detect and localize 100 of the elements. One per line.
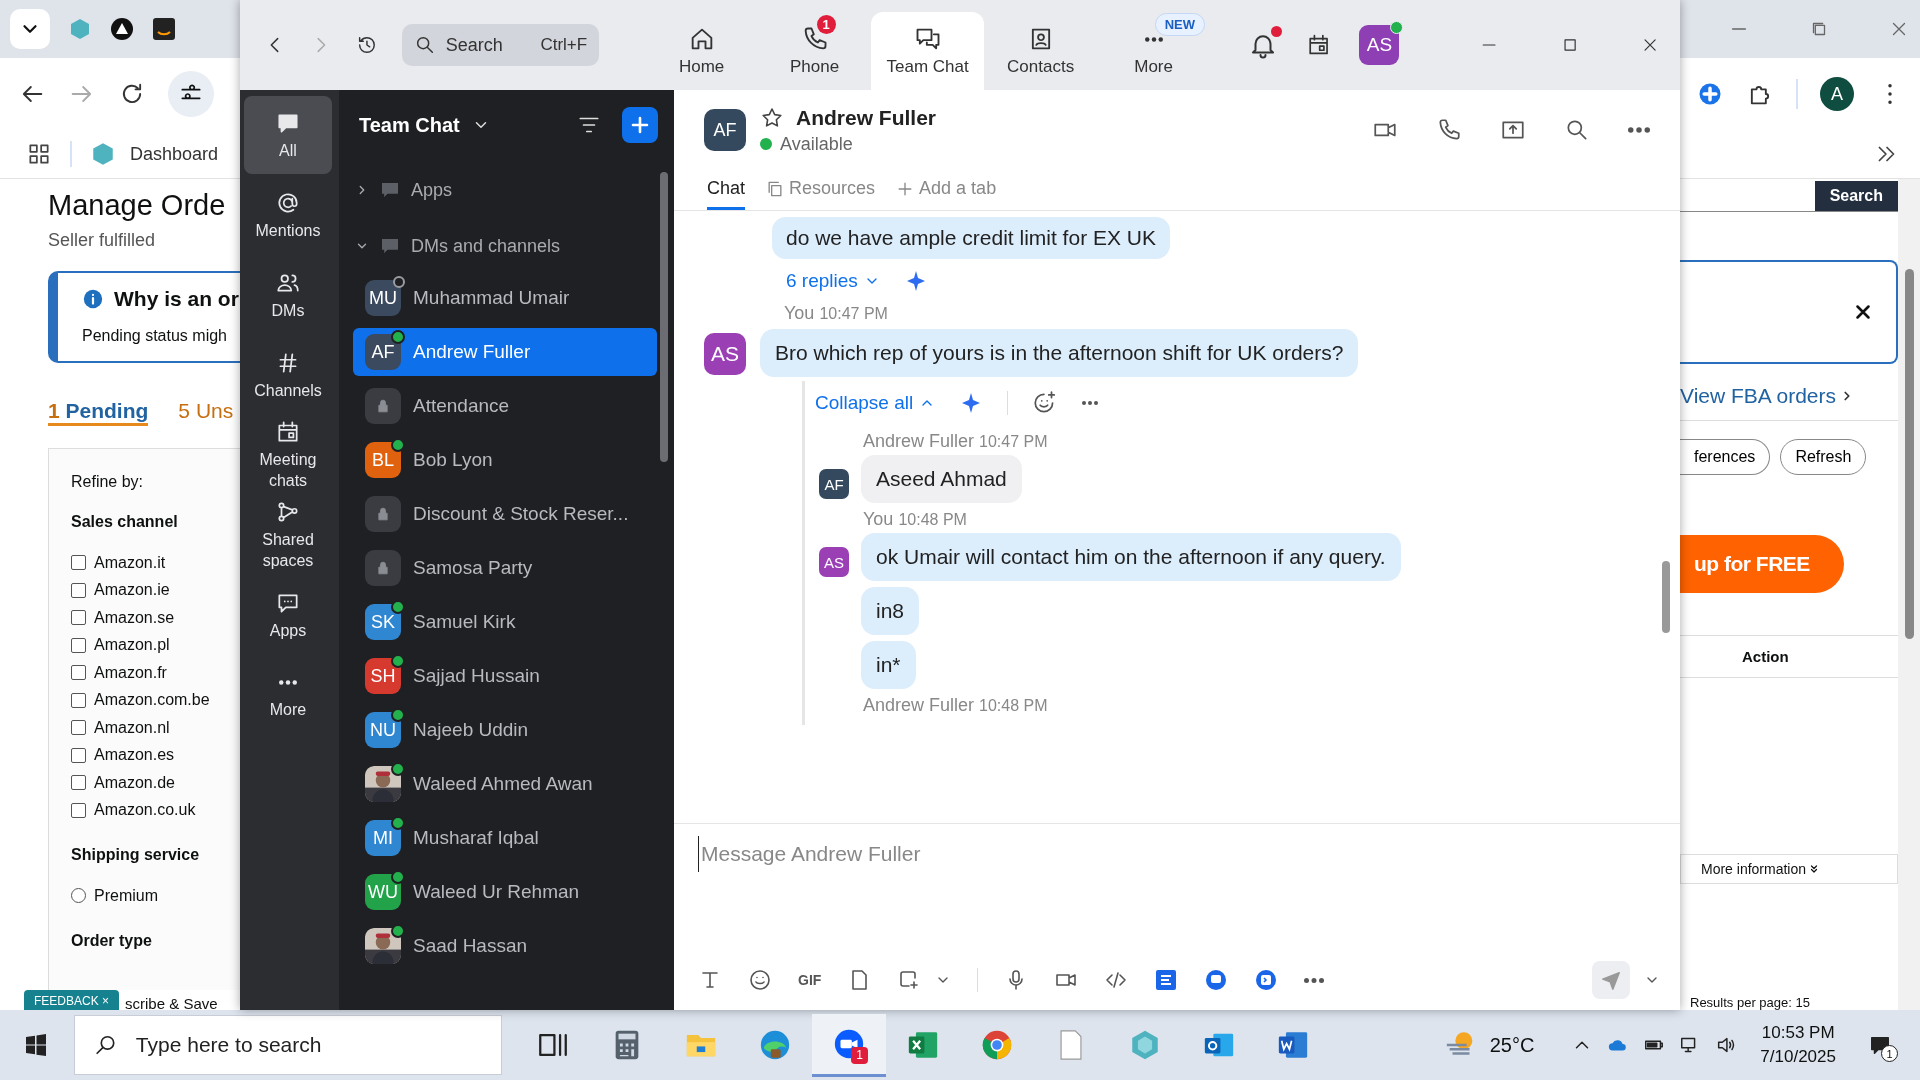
gif-button[interactable]: GIF bbox=[798, 972, 822, 988]
nav-tab[interactable]: 1 Phone bbox=[758, 12, 872, 90]
browser-icon[interactable] bbox=[758, 1028, 792, 1062]
conversation-item[interactable]: MU Muhammad Umair bbox=[353, 274, 657, 322]
clock[interactable]: 10:53 PM 7/10/2025 bbox=[1760, 1021, 1836, 1069]
chat-tab[interactable]: Chat bbox=[707, 178, 746, 210]
checkbox[interactable] bbox=[71, 665, 86, 681]
send-button[interactable] bbox=[1592, 961, 1630, 999]
panel-title[interactable]: Team Chat bbox=[359, 113, 460, 137]
nav-item[interactable]: More bbox=[244, 656, 332, 734]
site-settings-button[interactable] bbox=[168, 71, 214, 117]
conversation-item[interactable]: Attendance bbox=[353, 382, 657, 430]
section-header[interactable]: Apps bbox=[353, 162, 660, 218]
document-app-icon[interactable] bbox=[1154, 968, 1179, 992]
start-icon[interactable] bbox=[24, 1033, 48, 1057]
filter-heading: Order type bbox=[71, 931, 152, 951]
conversation-item[interactable]: WU Waleed Ur Rehman bbox=[353, 868, 657, 916]
temperature-text: 25°C bbox=[1489, 1033, 1535, 1057]
send-icon bbox=[1600, 969, 1622, 991]
profile-avatar[interactable]: A bbox=[1820, 77, 1854, 111]
checkbox[interactable] bbox=[71, 610, 86, 626]
taskbar-search-field[interactable]: Type here to search bbox=[133, 1032, 501, 1058]
nav-item[interactable]: DMs bbox=[244, 256, 332, 334]
conversation-item[interactable]: NU Najeeb Uddin bbox=[353, 706, 657, 754]
order-status-tab[interactable]: 1 Pending bbox=[48, 391, 149, 426]
filter-option[interactable]: Amazon.co.uk bbox=[71, 796, 196, 824]
smile-logo-icon[interactable] bbox=[152, 17, 176, 41]
more-icon[interactable] bbox=[1082, 401, 1099, 405]
replies-link[interactable]: 6 replies bbox=[772, 270, 880, 292]
chrome-icon[interactable] bbox=[980, 1028, 1014, 1062]
scrollbar-thumb[interactable] bbox=[1662, 561, 1670, 633]
more-icon bbox=[1144, 37, 1163, 42]
filter-option[interactable]: Amazon.ie bbox=[71, 576, 170, 604]
page-button[interactable]: Refresh bbox=[1780, 439, 1867, 475]
add-tab-button[interactable]: Add a tab bbox=[895, 178, 997, 210]
nav-item[interactable]: Meeting chats bbox=[244, 416, 332, 494]
filter-option[interactable]: Amazon.de bbox=[71, 769, 175, 797]
checkbox[interactable] bbox=[71, 555, 86, 571]
nav-tab[interactable]: Contacts bbox=[984, 12, 1098, 90]
taskbar-search-box[interactable]: Type here to search bbox=[74, 1015, 502, 1075]
filter-option[interactable]: Amazon.nl bbox=[71, 714, 170, 742]
apps-grid-icon[interactable] bbox=[26, 141, 52, 167]
bookmark-link[interactable]: Dashboard bbox=[90, 141, 219, 167]
tab-search-button[interactable] bbox=[10, 9, 50, 49]
checkbox[interactable] bbox=[71, 720, 86, 736]
more-information-button[interactable]: More information bbox=[1680, 854, 1898, 884]
phone-icon[interactable] bbox=[1436, 117, 1462, 143]
section-header[interactable]: DMs and channels bbox=[353, 218, 660, 274]
more-icon[interactable] bbox=[1628, 127, 1650, 133]
avatar: AF bbox=[704, 109, 746, 151]
conversation-item[interactable]: Waleed Ahmed Awan bbox=[353, 760, 657, 808]
filter-option[interactable]: Amazon.it bbox=[71, 549, 166, 577]
filter-option[interactable]: Amazon.fr bbox=[71, 659, 167, 687]
emoji-icon[interactable] bbox=[748, 968, 772, 992]
checkbox[interactable] bbox=[71, 747, 86, 763]
conversation-item[interactable]: SH Sajjad Hussain bbox=[353, 652, 657, 700]
nav-item[interactable]: Shared spaces bbox=[244, 496, 332, 574]
collapse-all-link[interactable]: Collapse all bbox=[805, 392, 936, 414]
checkbox[interactable] bbox=[71, 692, 86, 708]
checkbox[interactable] bbox=[71, 775, 86, 791]
conversation-item[interactable]: Samosa Party bbox=[353, 544, 657, 592]
scrollbar-thumb[interactable] bbox=[660, 172, 668, 462]
results-per-page-text: Results per page: 15 bbox=[1689, 995, 1811, 1010]
page-button[interactable]: ferences bbox=[1680, 439, 1771, 475]
star-icon[interactable] bbox=[760, 105, 784, 130]
profile-avatar[interactable]: AS bbox=[1359, 25, 1400, 65]
conversation-item[interactable]: BL Bob Lyon bbox=[353, 436, 657, 484]
new-badge: NEW bbox=[1154, 13, 1205, 36]
feedback-tab[interactable]: FEEDBACK × bbox=[24, 989, 120, 1010]
conversation-item[interactable]: MI Musharaf Iqbal bbox=[353, 814, 657, 862]
chat-tab[interactable]: Resources bbox=[765, 178, 876, 210]
filter-option[interactable]: Amazon.pl bbox=[71, 631, 170, 659]
nav-item[interactable]: Channels bbox=[244, 336, 332, 414]
conversation-item[interactable]: Saad Hassan bbox=[353, 922, 657, 970]
filter-option[interactable]: Premium bbox=[71, 882, 158, 910]
conversation-item[interactable]: AF Andrew Fuller bbox=[353, 328, 657, 376]
more-icon[interactable] bbox=[1304, 977, 1325, 983]
filter-option[interactable]: Amazon.com.be bbox=[71, 686, 210, 714]
nav-tab[interactable]: Team Chat bbox=[871, 12, 985, 90]
nav-tab[interactable]: NEW More bbox=[1097, 12, 1211, 90]
checkbox[interactable] bbox=[71, 637, 86, 653]
page-scrollbar[interactable] bbox=[1898, 179, 1920, 1010]
radio-button[interactable] bbox=[71, 888, 86, 904]
checkbox[interactable] bbox=[71, 582, 86, 598]
avatar: WU bbox=[365, 874, 401, 910]
nav-item[interactable]: All bbox=[244, 96, 332, 174]
search-field[interactable]: Search bbox=[443, 33, 528, 57]
order-status-tab[interactable]: 5 Uns bbox=[178, 391, 234, 426]
nav-item[interactable]: Apps bbox=[244, 576, 332, 654]
nav-tab[interactable]: Home bbox=[645, 12, 759, 90]
filter-option[interactable]: Amazon.es bbox=[71, 741, 175, 769]
search-box[interactable]: Search Ctrl+F bbox=[401, 24, 600, 66]
checkbox[interactable] bbox=[71, 802, 86, 818]
nav-item[interactable]: Mentions bbox=[244, 176, 332, 254]
conversation-item[interactable]: Discount & Stock Reser... bbox=[353, 490, 657, 538]
search-button[interactable]: Search bbox=[1814, 181, 1898, 211]
conversation-item[interactable]: SK Samuel Kirk bbox=[353, 598, 657, 646]
message-bubble: Bro which rep of yours is in the afternoon shift for UK orders? bbox=[760, 329, 1359, 377]
filter-option[interactable]: Amazon.se bbox=[71, 604, 175, 632]
new-chat-button[interactable] bbox=[622, 107, 658, 143]
